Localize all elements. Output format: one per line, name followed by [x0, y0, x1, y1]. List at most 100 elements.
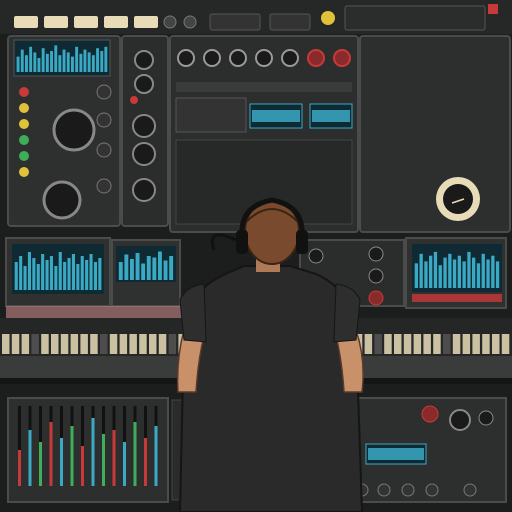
key [403, 334, 412, 354]
waveform-bar [152, 257, 157, 280]
pink-button-row [6, 306, 182, 318]
waveform-bar [36, 264, 40, 290]
fader-level [28, 430, 32, 486]
waveform-bar [75, 46, 79, 72]
waveform-bar [89, 254, 93, 290]
fader-level [123, 442, 126, 486]
waveform-bar [158, 251, 162, 280]
waveform-bar [419, 253, 423, 288]
knob [308, 248, 324, 264]
waveform-bar [67, 258, 71, 290]
yellow-led [19, 119, 29, 129]
key [433, 334, 441, 354]
waveform-bar [141, 263, 146, 280]
red-key-row [412, 294, 502, 302]
key [41, 334, 49, 354]
large-knob [52, 108, 96, 152]
key [462, 334, 471, 354]
top-right-panel [344, 5, 486, 31]
key [452, 334, 461, 354]
waveform-bar [476, 263, 481, 288]
key [100, 334, 108, 354]
key [492, 334, 500, 354]
small-knob [377, 483, 391, 497]
waveform-bar [472, 257, 476, 288]
waveform-bar [438, 265, 442, 288]
small-knob [183, 15, 197, 29]
headphone-cup [296, 230, 308, 254]
knob [132, 114, 156, 138]
waveform-bar [41, 254, 45, 290]
shirt [178, 265, 364, 512]
key [2, 334, 10, 354]
red-knob [333, 49, 351, 67]
fader-level [102, 434, 105, 486]
knob [255, 49, 273, 67]
display-fill [368, 448, 424, 460]
waveform-bar [481, 253, 485, 288]
waveform-bar [118, 262, 123, 280]
knob [229, 49, 247, 67]
waveform-bar [20, 49, 24, 72]
waveform-bar [32, 258, 36, 290]
waveform-bar [71, 56, 74, 72]
fader-level [91, 418, 95, 486]
fader-level [144, 438, 147, 486]
knob [449, 409, 471, 431]
key [21, 334, 30, 354]
small-knob [425, 483, 439, 497]
waveform-bar [79, 53, 83, 72]
fader-level [70, 426, 74, 486]
fader-level [154, 426, 158, 486]
waveform-bar [462, 261, 466, 288]
display-fill [312, 110, 350, 122]
yellow-led [19, 167, 29, 177]
waveform-bar [93, 262, 97, 290]
fader-level [39, 442, 42, 486]
mid-knob-column [121, 35, 169, 227]
key [472, 334, 480, 354]
red-knob [368, 290, 384, 306]
waveform-bar [23, 266, 27, 290]
knob [281, 49, 299, 67]
cream-key [44, 16, 68, 28]
waveform-bar [58, 252, 62, 290]
waveform-bar [467, 251, 471, 288]
key [51, 334, 59, 354]
small-knob [463, 483, 477, 497]
label-strip [176, 82, 352, 92]
round-dial-center [443, 184, 473, 214]
waveform-bar [49, 256, 53, 290]
key [70, 334, 79, 354]
small-knob [96, 142, 112, 158]
knob [134, 74, 154, 94]
waveform-bar [146, 256, 151, 280]
top-screen [13, 39, 111, 77]
key [139, 334, 147, 354]
switch-block [209, 13, 261, 31]
red-knob [307, 49, 325, 67]
small-knob [96, 84, 112, 100]
key [501, 334, 510, 354]
key [90, 334, 98, 354]
key [119, 334, 128, 354]
key [482, 334, 490, 354]
waveform-bar [429, 255, 433, 288]
music-studio-illustration [0, 0, 512, 512]
sub-panel [175, 97, 247, 133]
cream-key [134, 16, 158, 28]
fader-level [112, 430, 116, 486]
waveform-bar [495, 261, 500, 288]
key [80, 334, 88, 354]
key [31, 334, 39, 354]
waveform-bar [29, 46, 33, 72]
key [129, 334, 137, 354]
waveform-bar [457, 255, 461, 288]
waveform-bar [87, 52, 91, 72]
fader-level [18, 450, 21, 486]
waveform-bar [27, 252, 31, 290]
waveform-bar [169, 256, 174, 280]
waveform-bar [62, 49, 66, 72]
yellow-led [19, 103, 29, 113]
key [374, 334, 382, 354]
